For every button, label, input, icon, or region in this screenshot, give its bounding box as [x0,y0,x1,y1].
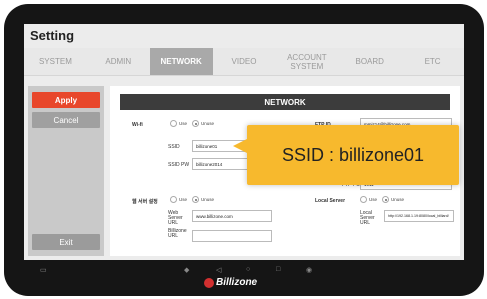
local-server-url-label: Local Server URL [360,210,375,226]
wifi-use-label: Use [179,121,188,126]
cancel-button[interactable]: Cancel [32,112,100,128]
keyboard-icon[interactable]: ▭ [40,266,47,274]
local-use-radio[interactable]: Use [360,196,377,203]
radio-icon [170,120,177,127]
wifi-use-radio[interactable]: Use [170,120,187,127]
ssid-pw-label: SSID PW [168,162,190,168]
local-use-label: Use [369,197,378,202]
back-icon[interactable]: ◁ [216,266,221,274]
local-unuse-label: Unuse [391,197,405,202]
volume-icon[interactable]: ◆ [184,266,189,274]
wifi-label: Wi-fi [132,122,143,128]
recent-apps-icon[interactable]: □ [276,266,280,273]
wifi-unuse-radio[interactable]: Unuse [192,120,214,127]
section-header: NETWORK [120,94,450,110]
ssid-callout: SSID : billizone01 [233,125,459,185]
apply-button[interactable]: Apply [32,92,100,108]
local-unuse-radio[interactable]: Unuse [382,196,404,203]
sidebar: Apply Cancel Exit [28,86,104,256]
radio-icon [360,196,367,203]
tab-admin[interactable]: ADMIN [87,48,150,75]
radio-selected-icon [192,120,199,127]
tab-account-system[interactable]: ACCOUNT SYSTEM [275,48,338,75]
radio-selected-icon [192,196,199,203]
brand-logo: Billizone [204,277,257,288]
local-server-url-field[interactable]: http://192.168.1.19:8080/local_billiard/ [384,210,454,222]
radio-selected-icon [382,196,389,203]
page-title: Setting [30,28,75,43]
billizone-logo-icon [204,277,214,288]
radio-icon [170,196,177,203]
tab-network[interactable]: NETWORK [149,48,213,75]
screenshot-icon[interactable]: ◉ [306,266,312,274]
tab-video[interactable]: VIDEO [213,48,276,75]
web-server-url-label: Web Server URL [168,210,183,226]
brand-name: Billizone [216,277,258,288]
web-use-label: Use [179,197,188,202]
tab-system[interactable]: SYSTEM [24,48,87,75]
local-server-label: Local Server [315,198,346,204]
tab-board[interactable]: BOARD [338,48,401,75]
home-icon[interactable]: ○ [246,266,250,273]
exit-button[interactable]: Exit [32,234,100,250]
ssid-label: SSID [168,144,180,150]
wifi-unuse-label: Unuse [201,121,215,126]
billizone-url-field[interactable] [192,230,272,242]
web-unuse-radio[interactable]: Unuse [192,196,214,203]
web-unuse-label: Unuse [201,197,215,202]
tab-etc[interactable]: ETC [401,48,464,75]
web-use-radio[interactable]: Use [170,196,187,203]
web-server-url-field[interactable]: www.billizone.com [192,210,272,222]
web-server-label: 웹 서버 설정 [132,199,158,205]
tab-bar: SYSTEM ADMIN NETWORK VIDEO ACCOUNT SYSTE… [24,48,464,76]
billizone-url-label: Billizone URL [168,228,187,239]
